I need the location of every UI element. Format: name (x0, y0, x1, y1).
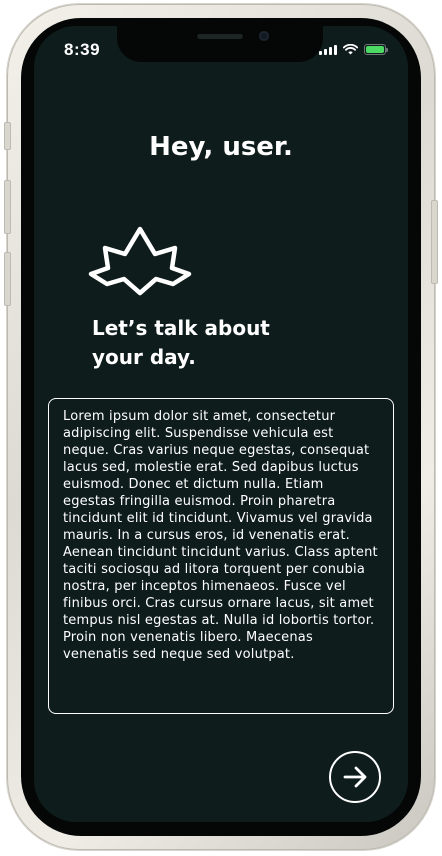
next-button[interactable] (329, 751, 381, 803)
prompt-heading: Let’s talk about your day. (92, 316, 270, 369)
wifi-icon (343, 43, 358, 55)
greeting-title: Hey, user. (149, 132, 293, 162)
speaker-grille (197, 34, 243, 39)
notch (117, 26, 323, 62)
silent-switch (4, 122, 11, 150)
volume-down-button (4, 252, 11, 306)
cellular-signal-icon (319, 44, 337, 55)
app-screen: 8:39 Hey, user. Let’s talk about your da… (34, 26, 408, 822)
volume-up-button (4, 180, 11, 234)
battery-icon (364, 43, 388, 55)
arrow-right-icon (343, 766, 367, 788)
status-time: 8:39 (64, 40, 101, 59)
battery-level (366, 45, 384, 53)
power-button (431, 200, 438, 284)
status-icons (319, 43, 388, 55)
journal-text-area[interactable]: Lorem ipsum dolor sit amet, consectetur … (48, 398, 394, 714)
lotus-icon (88, 224, 192, 301)
front-camera (259, 31, 269, 41)
